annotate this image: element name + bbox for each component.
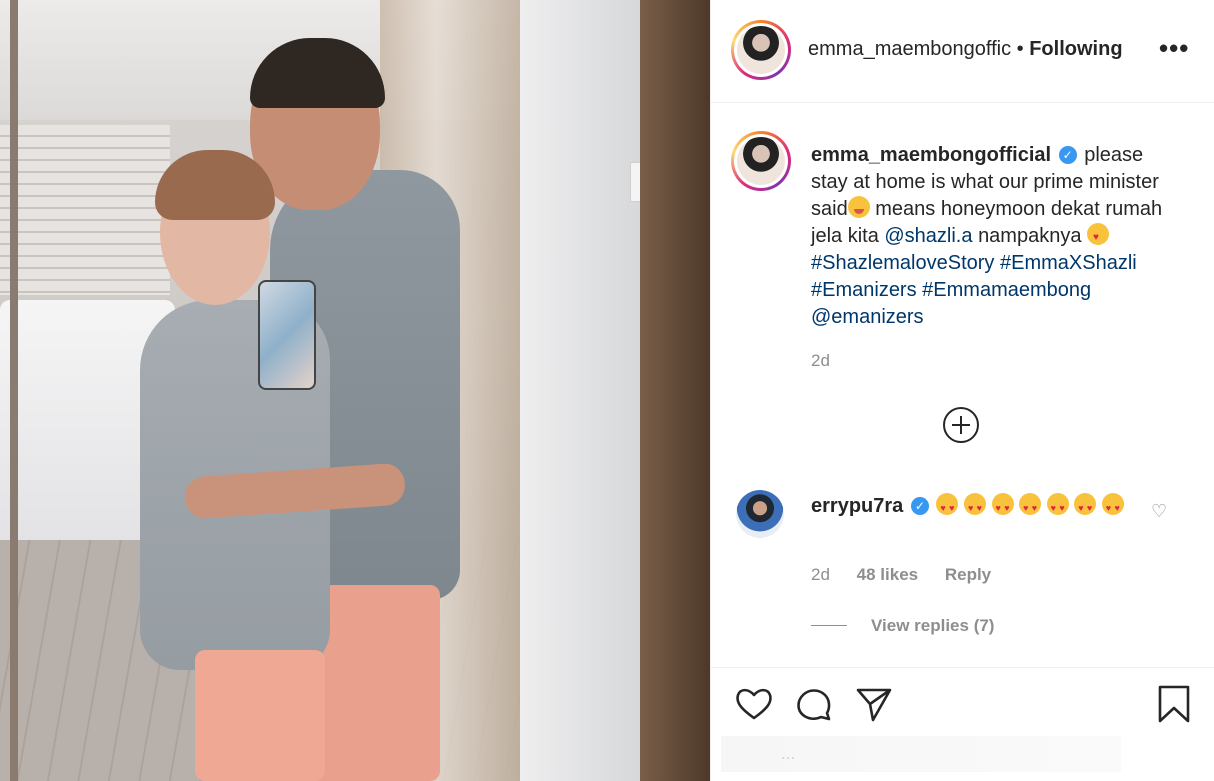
separator-dot: • — [1016, 38, 1024, 60]
verified-badge-icon: ✓ — [910, 497, 929, 515]
caption-text: emma_maembongofficial ✓ please stay at h… — [811, 142, 1171, 331]
send-icon[interactable] — [854, 684, 894, 724]
comment-meta: 2d 48 likes Reply — [811, 565, 1013, 585]
view-replies-button[interactable]: View replies (7) — [811, 616, 994, 636]
caption-avatar[interactable] — [731, 131, 791, 191]
action-bar: ... — [711, 667, 1214, 781]
mention-link[interactable]: @shazli.a — [884, 225, 972, 247]
comment-like-heart-icon[interactable]: ♡ — [1151, 501, 1171, 521]
comment-icon[interactable] — [794, 684, 834, 724]
heart-eyes-emoji-icon — [1019, 493, 1042, 522]
divider-line — [811, 625, 847, 626]
heart-icon[interactable] — [734, 684, 774, 724]
heart-eyes-emoji-icon — [991, 493, 1014, 522]
heart-eyes-emoji-icon — [936, 493, 959, 522]
comment-username[interactable]: errypu7ra — [811, 495, 903, 517]
hashtag-link[interactable]: #Emmamaembong — [922, 279, 1091, 301]
hashtag-link[interactable]: #EmmaXShazli — [1000, 252, 1137, 274]
smiling-hearts-emoji-icon — [1087, 223, 1110, 251]
comment-text: errypu7ra ✓ — [811, 492, 1151, 522]
caption-username[interactable]: emma_maembongofficial — [811, 144, 1051, 166]
comment-likes-count[interactable]: 48 likes — [857, 565, 918, 584]
reply-button[interactable]: Reply — [945, 565, 991, 584]
verified-badge-icon: ✓ — [1058, 146, 1077, 164]
comment-avatar[interactable] — [736, 490, 784, 538]
following-button[interactable]: Following — [1029, 38, 1122, 60]
heart-eyes-emoji-icon — [1074, 493, 1097, 522]
avatar[interactable] — [731, 20, 791, 80]
heart-eyes-emoji-icon — [1101, 493, 1124, 522]
hashtag-link[interactable]: #Emanizers — [811, 279, 917, 301]
likes-summary: ... — [721, 736, 1121, 772]
header-username[interactable]: emma_maembongoffic — [808, 38, 1011, 60]
mention-link[interactable]: @emanizers — [811, 306, 924, 328]
heart-eyes-emoji-icon — [963, 493, 986, 522]
bookmark-icon[interactable] — [1154, 684, 1194, 724]
more-options-icon[interactable]: ••• — [1159, 33, 1189, 64]
post-header: emma_maembongoffic • Following ••• — [711, 0, 1214, 103]
heart-eyes-emoji-icon — [1046, 493, 1069, 522]
comment-timestamp[interactable]: 2d — [811, 565, 830, 584]
zany-face-emoji-icon — [847, 196, 870, 218]
caption-timestamp[interactable]: 2d — [811, 351, 830, 371]
post-photo[interactable] — [0, 0, 710, 781]
load-more-comments-icon[interactable] — [943, 407, 979, 443]
hashtag-link[interactable]: #ShazlemaloveStory — [811, 252, 994, 274]
post-side-panel: emma_maembongoffic • Following ••• emma_… — [710, 0, 1214, 781]
